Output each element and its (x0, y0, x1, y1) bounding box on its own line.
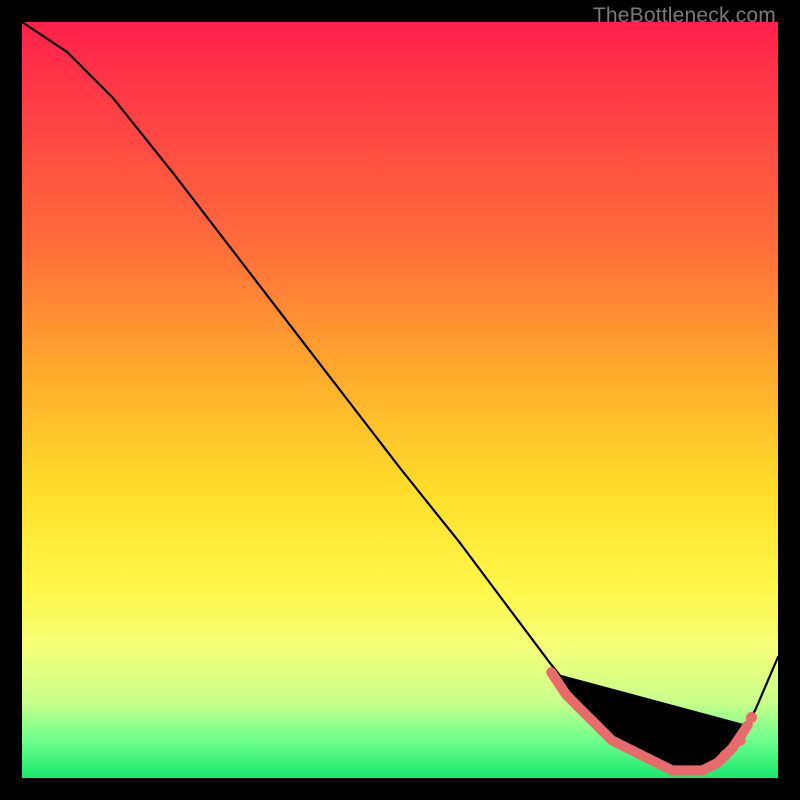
highlight-dot (746, 712, 757, 723)
highlight-dot (720, 750, 731, 761)
curve-layer (22, 22, 778, 778)
chart-frame: TheBottleneck.com (0, 0, 800, 800)
bottleneck-curve (22, 22, 778, 770)
plot-area (22, 22, 778, 778)
highlight-run (551, 672, 748, 770)
highlight-markers (551, 672, 757, 770)
highlight-dot (735, 735, 746, 746)
watermark-text: TheBottleneck.com (593, 4, 776, 28)
